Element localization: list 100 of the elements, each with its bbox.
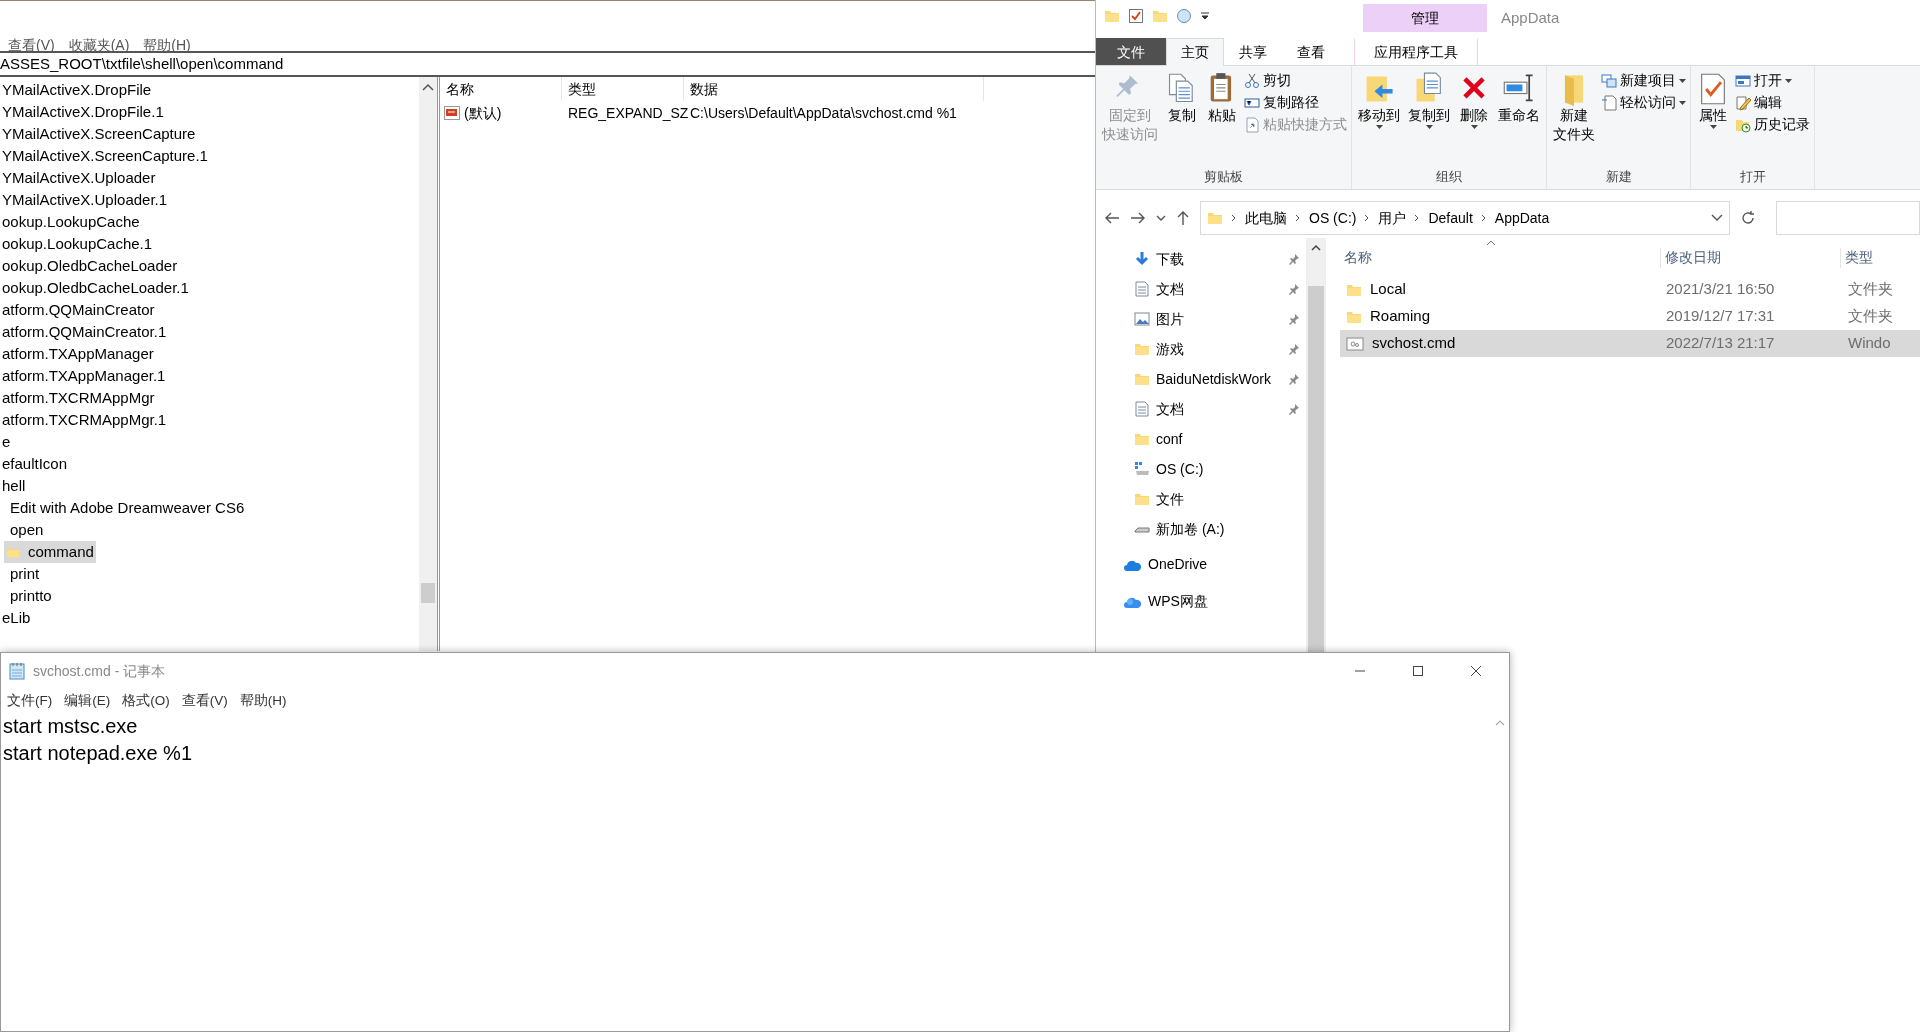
nav-item[interactable]: 新加卷 (A:) xyxy=(1096,514,1304,544)
back-arrow-icon[interactable] xyxy=(1104,211,1120,225)
column-header[interactable]: 修改日期 xyxy=(1660,247,1840,269)
tree-item[interactable]: atform.TXCRMAppMgr xyxy=(0,387,157,409)
column-header[interactable]: 类型 xyxy=(1840,247,1920,269)
caret-down-icon[interactable] xyxy=(1200,12,1210,20)
menu-item[interactable]: 格式(O) xyxy=(122,690,170,712)
tree-item[interactable]: ookup.OledbCacheLoader.1 xyxy=(0,277,191,299)
column-header[interactable]: 数据 xyxy=(684,77,984,101)
ribbon-button[interactable]: 历史记录 xyxy=(1733,114,1812,136)
tree-item[interactable]: atform.TXAppManager xyxy=(0,343,156,365)
scrollbar[interactable] xyxy=(419,77,437,651)
tree-item[interactable]: Edit with Adobe Dreamweaver CS6 xyxy=(8,497,247,519)
forward-arrow-icon[interactable] xyxy=(1130,211,1146,225)
ribbon-group-label: 打开 xyxy=(1738,168,1767,186)
nav-item[interactable]: 文档 xyxy=(1096,274,1304,304)
globe-icon[interactable] xyxy=(1176,8,1192,24)
ribbon-button[interactable]: 删除 xyxy=(1454,68,1494,133)
scrollbar-thumb[interactable] xyxy=(421,583,435,603)
close-icon xyxy=(1468,665,1484,677)
ribbon-button[interactable]: 复制 xyxy=(1162,68,1202,129)
column-header[interactable]: 名称 xyxy=(1340,247,1660,269)
scroll-up-icon[interactable] xyxy=(1311,244,1321,251)
chevron-down-icon[interactable] xyxy=(1711,214,1723,222)
menu-item[interactable]: 文件(F) xyxy=(7,690,53,712)
column-header[interactable]: 名称 xyxy=(440,77,562,101)
sort-caret-icon[interactable] xyxy=(1486,240,1496,246)
ribbon-button[interactable]: 轻松访问 xyxy=(1599,92,1688,114)
file-row[interactable]: svchost.cmd 2022/7/13 21:17 Windo xyxy=(1340,330,1920,357)
tree-item[interactable]: eLib xyxy=(0,607,33,629)
tree-item[interactable]: ookup.LookupCache.1 xyxy=(0,233,155,255)
tree-item[interactable]: atform.TXAppManager.1 xyxy=(0,365,168,387)
breadcrumb[interactable]: 用户 xyxy=(1378,207,1407,229)
nav-item[interactable]: 游戏 xyxy=(1096,334,1304,364)
nav-item[interactable]: 下载 xyxy=(1096,244,1304,274)
nav-item[interactable]: OS (C:) xyxy=(1096,454,1304,484)
address-path[interactable]: ASSES_ROOT\txtfile\shell\open\command xyxy=(0,55,284,72)
tree-item[interactable]: print xyxy=(8,563,42,585)
ribbon-button[interactable]: 打开 xyxy=(1733,70,1812,92)
tree-item[interactable]: command xyxy=(4,541,96,563)
tree-item[interactable]: open xyxy=(8,519,46,541)
nav-item[interactable]: 文件 xyxy=(1096,484,1304,514)
tree-item[interactable]: YMailActiveX.DropFile.1 xyxy=(0,101,166,123)
column-header[interactable]: 类型 xyxy=(562,77,684,101)
nav-item[interactable]: WPS网盘 xyxy=(1096,585,1304,618)
refresh-icon[interactable] xyxy=(1740,210,1756,226)
ribbon-button[interactable]: 新建 文件夹 xyxy=(1549,68,1599,148)
ribbon-tab[interactable]: 应用程序工具 xyxy=(1354,38,1478,65)
text-editor[interactable]: start mstsc.exe start notepad.exe %1 xyxy=(1,713,1509,1029)
ribbon-button[interactable]: 重命名 xyxy=(1494,68,1544,129)
ribbon-tab[interactable]: 查看 xyxy=(1282,38,1340,65)
tree-item[interactable]: YMailActiveX.Uploader.1 xyxy=(0,189,170,211)
menu-item[interactable]: 帮助(H) xyxy=(239,690,287,712)
ribbon-button[interactable]: 移动到 xyxy=(1354,68,1404,133)
folder-icon xyxy=(1134,491,1150,507)
ribbon-button[interactable]: 复制路径 xyxy=(1242,92,1349,114)
pencil-icon xyxy=(1735,95,1751,111)
tree-item[interactable]: ookup.OledbCacheLoader xyxy=(0,255,180,277)
tree-item[interactable]: YMailActiveX.ScreenCapture xyxy=(0,123,198,145)
tree-item[interactable]: YMailActiveX.ScreenCapture.1 xyxy=(0,145,210,167)
ribbon-tab[interactable]: 主页 xyxy=(1166,38,1224,66)
chevron-down-icon[interactable] xyxy=(1156,214,1166,222)
tree-item[interactable]: ookup.LookupCache xyxy=(0,211,142,233)
breadcrumb[interactable]: 此电脑 xyxy=(1245,207,1287,229)
address-bar[interactable]: 此电脑 OS (C:) 用户 Default AppData xyxy=(1200,201,1730,235)
ribbon-button[interactable]: 属性 xyxy=(1693,68,1733,133)
nav-item-label: 文档 xyxy=(1156,399,1184,419)
ribbon-button[interactable]: 复制到 xyxy=(1404,68,1454,133)
breadcrumb[interactable]: AppData xyxy=(1494,207,1550,229)
tree-item[interactable]: efaultIcon xyxy=(0,453,70,475)
scrollbar[interactable] xyxy=(1306,238,1326,652)
nav-item[interactable]: 文档 xyxy=(1096,394,1304,424)
ribbon-tab[interactable]: 文件 xyxy=(1096,38,1166,65)
tree-item[interactable]: hell xyxy=(0,475,28,497)
breadcrumb[interactable]: Default xyxy=(1428,207,1473,229)
nav-item[interactable]: OneDrive xyxy=(1096,548,1304,581)
file-row[interactable]: Roaming 2019/12/7 17:31 文件夹 xyxy=(1340,303,1920,330)
menu-item[interactable]: 查看(V) xyxy=(181,690,228,712)
tree-item[interactable]: atform.QQMainCreator xyxy=(0,299,157,321)
tree-item[interactable]: e xyxy=(0,431,13,453)
tree-item[interactable]: YMailActiveX.Uploader xyxy=(0,167,158,189)
tree-item[interactable]: printto xyxy=(8,585,54,607)
nav-item[interactable]: BaiduNetdiskWork xyxy=(1096,364,1304,394)
ribbon-button[interactable]: 新建项目 xyxy=(1599,70,1688,92)
file-row[interactable]: Local 2021/3/21 16:50 文件夹 xyxy=(1340,276,1920,303)
tree-item[interactable]: atform.TXCRMAppMgr.1 xyxy=(0,409,169,431)
checkbox-icon[interactable] xyxy=(1128,8,1144,24)
ribbon-button[interactable]: 剪切 xyxy=(1242,70,1349,92)
breadcrumb[interactable]: OS (C:) xyxy=(1309,207,1357,229)
search-field[interactable] xyxy=(1776,201,1920,235)
ribbon-tab[interactable]: 共享 xyxy=(1224,38,1282,65)
ribbon-button[interactable]: 编辑 xyxy=(1733,92,1812,114)
ribbon-button[interactable]: 粘贴 xyxy=(1202,68,1242,129)
menu-item[interactable]: 编辑(E) xyxy=(64,690,111,712)
up-arrow-icon[interactable] xyxy=(1176,210,1190,226)
tree-item[interactable]: YMailActiveX.DropFile xyxy=(0,79,154,101)
nav-item[interactable]: conf xyxy=(1096,424,1304,454)
scroll-up-icon[interactable] xyxy=(422,83,434,91)
tree-item[interactable]: atform.QQMainCreator.1 xyxy=(0,321,169,343)
nav-item[interactable]: 图片 xyxy=(1096,304,1304,334)
